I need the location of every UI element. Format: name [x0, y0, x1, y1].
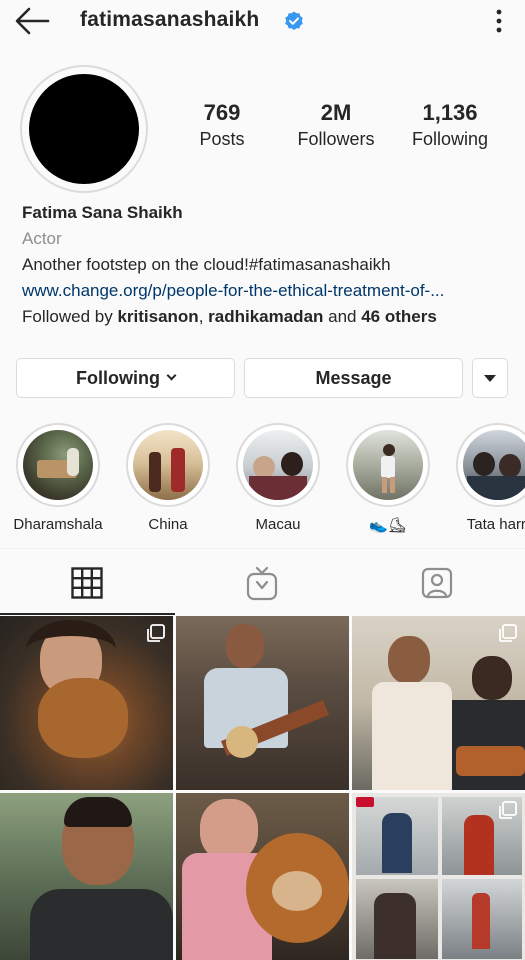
following-label: Following: [411, 129, 489, 149]
profile-tabs: [0, 548, 525, 615]
tab-igtv[interactable]: [175, 549, 350, 615]
highlight-cover: [23, 430, 93, 500]
multiple-photos-icon: [499, 801, 517, 819]
tab-tagged[interactable]: [350, 549, 525, 615]
highlight-shoes[interactable]: 👟⛸: [343, 423, 433, 534]
profile-bio: Fatima Sana Shaikh Actor Another footste…: [22, 200, 502, 330]
followed-separator: ,: [198, 307, 209, 326]
followed-by-line[interactable]: Followed by kritisanon, radhikamadan and…: [22, 304, 502, 330]
highlight-cover: [353, 430, 423, 500]
highlight-ring: [126, 423, 210, 507]
bio-text: Another footstep on the cloud!#fatimasan…: [22, 255, 391, 274]
kebab-menu-icon[interactable]: [490, 8, 508, 34]
followers-label: Followers: [297, 129, 375, 149]
arrow-left-icon[interactable]: [14, 6, 50, 36]
posts-label: Posts: [199, 129, 245, 149]
profile-username: fatimasanashaikh: [80, 8, 260, 31]
following-button[interactable]: Following: [16, 358, 235, 398]
verified-badge-icon: [285, 11, 303, 31]
highlight-ring: [456, 423, 525, 507]
tagged-user-icon: [421, 567, 453, 599]
followed-prefix: Followed by: [22, 307, 118, 326]
followed-user-kritisanon[interactable]: kritisanon: [117, 307, 198, 326]
profile-category: Actor: [22, 229, 62, 248]
posts-grid: [0, 616, 525, 960]
highlight-label: Dharamshala: [13, 516, 103, 533]
post-thumbnail[interactable]: [0, 616, 173, 790]
suggested-accounts-button[interactable]: [472, 358, 508, 398]
highlight-tata-harrier[interactable]: Tata harri: [453, 423, 525, 533]
message-button[interactable]: Message: [244, 358, 463, 398]
highlight-ring: [16, 423, 100, 507]
followed-user-radhikamadan[interactable]: radhikamadan: [208, 307, 323, 326]
highlight-dharamshala[interactable]: Dharamshala: [13, 423, 103, 533]
multiple-photos-icon: [499, 624, 517, 642]
profile-avatar[interactable]: [20, 65, 148, 193]
following-button-label: Following: [76, 367, 160, 388]
followers-count: 2M: [320, 100, 352, 125]
highlight-macau[interactable]: Macau: [233, 423, 323, 533]
caret-down-icon: [484, 374, 496, 382]
stat-posts[interactable]: 769 Posts: [182, 100, 262, 152]
top-bar: fatimasanashaikh: [0, 0, 525, 44]
grid-icon: [71, 567, 103, 599]
highlight-ring: [236, 423, 320, 507]
message-button-label: Message: [315, 367, 392, 388]
highlight-ring: [346, 423, 430, 507]
stat-following[interactable]: 1,136 Following: [400, 100, 500, 152]
post-thumbnail[interactable]: [176, 616, 349, 790]
tab-grid[interactable]: [0, 549, 175, 615]
post-thumbnail[interactable]: [352, 616, 525, 790]
post-thumbnail[interactable]: [0, 793, 173, 960]
highlight-cover: [243, 430, 313, 500]
multiple-photos-icon: [147, 624, 165, 642]
igtv-icon: [246, 567, 278, 601]
avatar-image: [29, 74, 139, 184]
highlight-label: Tata harri: [466, 516, 525, 533]
highlight-label: 👟⛸: [369, 517, 407, 534]
post-thumbnail[interactable]: [352, 793, 525, 960]
display-name: Fatima Sana Shaikh: [22, 203, 183, 222]
posts-count: 769: [203, 100, 241, 125]
followed-and: and: [323, 307, 362, 326]
stat-followers[interactable]: 2M Followers: [286, 100, 386, 152]
followed-others[interactable]: 46 others: [361, 307, 437, 326]
highlight-label: China: [148, 516, 188, 533]
highlight-china[interactable]: China: [123, 423, 213, 533]
highlight-cover: [463, 430, 525, 500]
following-count: 1,136: [422, 100, 478, 125]
highlight-label: Macau: [255, 516, 301, 533]
post-thumbnail[interactable]: [176, 793, 349, 960]
highlight-cover: [133, 430, 203, 500]
chevron-down-icon: [166, 370, 177, 381]
bio-link[interactable]: www.change.org/p/people-for-the-ethical-…: [22, 278, 502, 304]
